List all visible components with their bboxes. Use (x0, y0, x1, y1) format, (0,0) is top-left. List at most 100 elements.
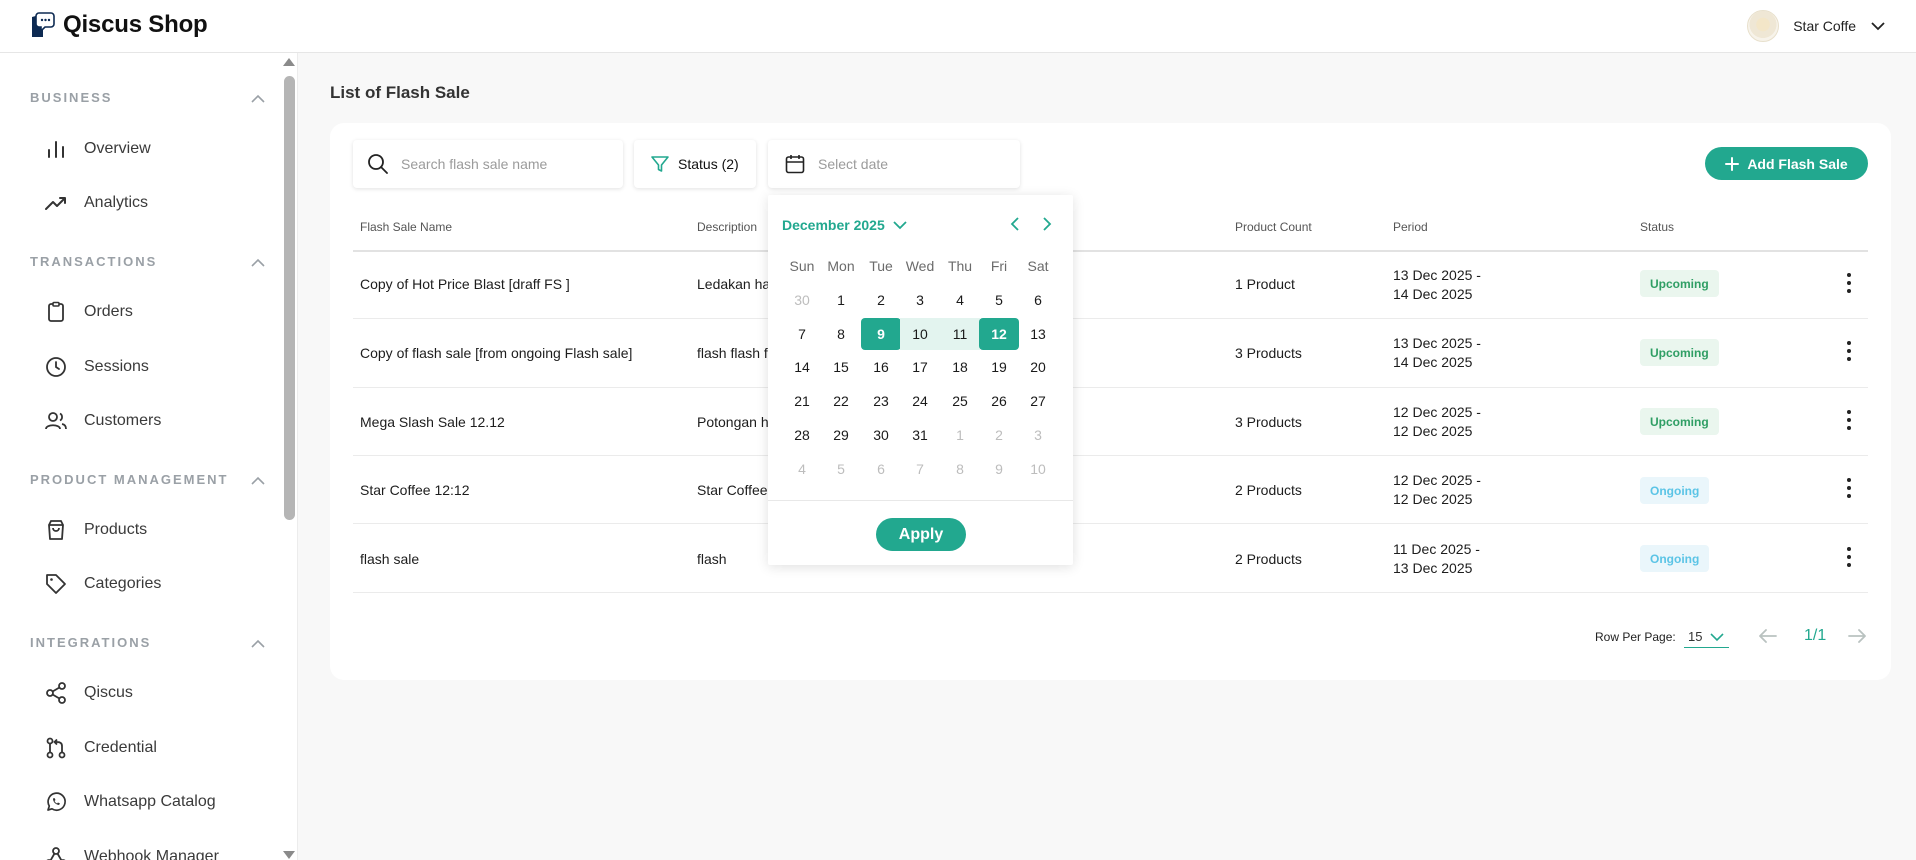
calendar-day[interactable]: 4 (940, 284, 980, 316)
page-indicator: 1/1 (1804, 627, 1827, 644)
calendar-day[interactable]: 20 (1018, 351, 1058, 383)
chevron-up-icon[interactable] (250, 636, 266, 652)
chevron-up-icon[interactable] (250, 255, 266, 271)
calendar-day[interactable]: 6 (861, 453, 901, 485)
status-badge: Ongoing (1640, 545, 1710, 572)
sidebar-item-label: Orders (84, 303, 133, 320)
calendar-day[interactable]: 11 (940, 318, 980, 350)
sidebar-item-qiscus[interactable]: Qiscus (44, 679, 133, 707)
arrow-left-icon[interactable] (1758, 628, 1778, 644)
row-period: 11 Dec 2025 - 13 Dec 2025 (1393, 540, 1480, 578)
sidebar-item-customers[interactable]: Customers (44, 407, 161, 435)
calendar-day[interactable]: 21 (782, 385, 822, 417)
rows-per-page-select[interactable]: 15 (1684, 626, 1729, 648)
calendar-day[interactable]: 9 (861, 318, 901, 350)
calendar-day[interactable]: 6 (1018, 284, 1058, 316)
chevron-right-icon[interactable] (1039, 216, 1055, 232)
row-name: Copy of flash sale [from ongoing Flash s… (360, 345, 633, 361)
calendar-day[interactable]: 7 (900, 453, 940, 485)
calendar-day[interactable]: 24 (900, 385, 940, 417)
calendar-day[interactable]: 17 (900, 351, 940, 383)
calendar-day[interactable]: 30 (861, 419, 901, 451)
calendar-day[interactable]: 15 (821, 351, 861, 383)
calendar-day[interactable]: 5 (821, 453, 861, 485)
search-icon (368, 154, 388, 174)
calendar-day[interactable]: 31 (900, 419, 940, 451)
status-filter-button[interactable]: Status (2) (634, 140, 756, 188)
calendar-day[interactable]: 12 (979, 318, 1019, 350)
calendar-day[interactable]: 5 (979, 284, 1019, 316)
arrow-right-icon[interactable] (1847, 628, 1867, 644)
sidebar-scrollbar-thumb[interactable] (284, 76, 295, 520)
row-actions-menu-icon[interactable] (1845, 478, 1853, 498)
status-badge: Upcoming (1640, 270, 1719, 297)
sidebar-item-analytics[interactable]: Analytics (44, 189, 148, 217)
period-end: 13 Dec 2025 (1393, 560, 1473, 576)
calendar-day[interactable]: 19 (979, 351, 1019, 383)
calendar-day[interactable]: 23 (861, 385, 901, 417)
calendar-day[interactable]: 1 (821, 284, 861, 316)
chevron-down-icon[interactable] (1870, 18, 1886, 34)
row-actions-menu-icon[interactable] (1845, 547, 1853, 567)
row-period: 12 Dec 2025 - 12 Dec 2025 (1393, 471, 1481, 509)
calendar-day[interactable]: 22 (821, 385, 861, 417)
calendar-day[interactable]: 26 (979, 385, 1019, 417)
add-flash-sale-button[interactable]: Add Flash Sale (1705, 147, 1868, 180)
calendar-day[interactable]: 1 (940, 419, 980, 451)
weekday-label: Fri (990, 258, 1008, 274)
sidebar-item-credential[interactable]: Credential (44, 734, 157, 762)
calendar-day[interactable]: 8 (940, 453, 980, 485)
calendar-day[interactable]: 27 (1018, 385, 1058, 417)
calendar-day[interactable]: 9 (979, 453, 1019, 485)
sidebar-item-products[interactable]: Products (44, 516, 147, 544)
calendar-day[interactable]: 18 (940, 351, 980, 383)
calendar-day[interactable]: 3 (900, 284, 940, 316)
sidebar-item-sessions[interactable]: Sessions (44, 353, 149, 381)
row-actions-menu-icon[interactable] (1845, 273, 1853, 293)
sidebar-item-label: Credential (84, 739, 157, 756)
apply-button[interactable]: Apply (876, 518, 966, 551)
calendar-day[interactable]: 3 (1018, 419, 1058, 451)
sidebar-item-webhook-manager[interactable]: Webhook Manager (44, 843, 219, 860)
users-icon (45, 412, 67, 430)
calendar-month-label: December 2025 (782, 217, 885, 233)
row-period: 13 Dec 2025 - 14 Dec 2025 (1393, 266, 1481, 304)
row-name: Star Coffee 12:12 (360, 482, 470, 498)
row-actions-menu-icon[interactable] (1845, 341, 1853, 361)
sidebar-item-whatsapp-catalog[interactable]: Whatsapp Catalog (44, 788, 216, 816)
row-divider (353, 455, 1868, 456)
scroll-up-arrow-icon[interactable] (283, 58, 295, 66)
filter-icon (651, 156, 669, 172)
user-menu[interactable]: Star Coffe (1747, 10, 1886, 42)
weekday-label: Sun (789, 258, 815, 274)
date-picker-field[interactable]: Select date (768, 140, 1020, 188)
row-actions-menu-icon[interactable] (1845, 410, 1853, 430)
calendar-day[interactable]: 29 (821, 419, 861, 451)
brand[interactable]: Qiscus Shop (29, 11, 208, 39)
chevron-left-icon[interactable] (1007, 216, 1023, 232)
calendar-day[interactable]: 10 (1018, 453, 1058, 485)
calendar-day[interactable]: 16 (861, 351, 901, 383)
sidebar-item-label: Categories (84, 575, 162, 592)
scroll-down-arrow-icon[interactable] (283, 851, 295, 859)
sidebar-item-orders[interactable]: Orders (44, 298, 133, 326)
chevron-up-icon[interactable] (250, 473, 266, 489)
calendar-day[interactable]: 7 (782, 318, 822, 350)
calendar-day[interactable]: 14 (782, 351, 822, 383)
search-field[interactable] (353, 140, 623, 188)
sidebar-item-categories[interactable]: Categories (44, 570, 161, 598)
calendar-day[interactable]: 10 (900, 318, 940, 350)
sidebar-item-overview[interactable]: Overview (44, 135, 151, 163)
sidebar-item-label: Customers (84, 412, 162, 429)
calendar-day[interactable]: 25 (940, 385, 980, 417)
calendar-day[interactable]: 2 (979, 419, 1019, 451)
calendar-day[interactable]: 4 (782, 453, 822, 485)
calendar-day[interactable]: 2 (861, 284, 901, 316)
calendar-day[interactable]: 8 (821, 318, 861, 350)
search-input[interactable] (401, 156, 601, 172)
calendar-month-selector[interactable]: December 2025 (782, 217, 907, 233)
chevron-up-icon[interactable] (250, 91, 266, 107)
calendar-day[interactable]: 13 (1018, 318, 1058, 350)
calendar-day[interactable]: 28 (782, 419, 822, 451)
calendar-day[interactable]: 30 (782, 284, 822, 316)
